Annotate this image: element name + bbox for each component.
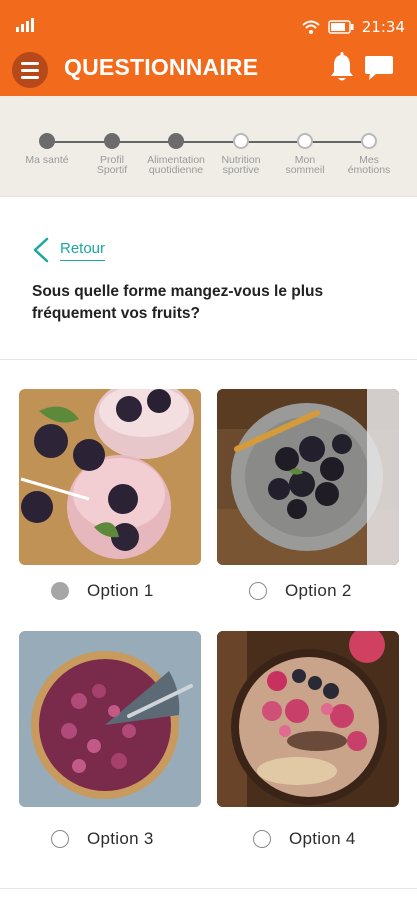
- question-section: Retour Sous quelle forme mangez-vous le …: [0, 196, 417, 360]
- wifi-icon: [302, 20, 320, 34]
- progress-step-node: [39, 133, 55, 149]
- option-row-3[interactable]: Option 3: [51, 829, 154, 849]
- progress-step-node: [233, 133, 249, 149]
- status-bar: 21:34: [0, 10, 417, 40]
- progress-step-label: Alimentation quotidienne: [147, 154, 205, 176]
- progress-step-label: Nutrition sportive: [221, 154, 261, 176]
- bottom-divider: [0, 888, 417, 889]
- battery-icon: [328, 20, 354, 34]
- page-title: QUESTIONNAIRE: [64, 54, 259, 80]
- app-header: 21:34 QUESTIONNAIRE: [0, 0, 417, 96]
- bell-icon[interactable]: [328, 52, 356, 84]
- progress-step-label: Profil Sportif: [96, 154, 128, 176]
- menu-icon: [21, 61, 39, 65]
- option-label-3: Option 3: [87, 829, 154, 848]
- question-text: Sous quelle forme mangez-vous le plus fr…: [32, 283, 324, 322]
- progress-step-label: Ma santé: [25, 154, 69, 166]
- option-image-4[interactable]: [217, 631, 399, 807]
- progress-step-label: Mes émotions: [347, 154, 391, 176]
- progress-step-label: Mon sommeil: [285, 154, 325, 176]
- back-link[interactable]: Retour: [32, 237, 106, 263]
- chat-icon[interactable]: [364, 54, 394, 82]
- option-label-4: Option 4: [289, 829, 356, 848]
- questionnaire-progress: Ma santé Profil Sportif Alimentation quoti…: [0, 96, 417, 196]
- tart-photo: [19, 631, 201, 807]
- back-label: Retour: [60, 240, 106, 261]
- blackberries-plate-photo: [217, 389, 399, 565]
- option-label-2: Option 2: [285, 581, 352, 600]
- signal-icon: [16, 18, 34, 32]
- progress-step-node: [297, 133, 313, 149]
- smoothie-bowl-photo: [217, 631, 399, 807]
- option-radio-4[interactable]: [253, 830, 271, 848]
- option-row-2[interactable]: Option 2: [249, 581, 352, 601]
- option-image-2[interactable]: [217, 389, 399, 565]
- option-row-4[interactable]: Option 4: [253, 829, 356, 849]
- progress-step-node: [168, 133, 184, 149]
- menu-button[interactable]: [12, 52, 48, 88]
- option-label-1: Option 1: [87, 581, 154, 600]
- option-radio-1[interactable]: [51, 582, 69, 600]
- option-image-1[interactable]: [19, 389, 201, 565]
- option-image-3[interactable]: [19, 631, 201, 807]
- progress-track: [47, 141, 369, 143]
- option-radio-3[interactable]: [51, 830, 69, 848]
- smoothie-photo: [19, 389, 201, 565]
- back-chevron-icon: [33, 237, 49, 263]
- option-radio-2[interactable]: [249, 582, 267, 600]
- progress-step-node: [361, 133, 377, 149]
- status-time: 21:34: [361, 18, 405, 36]
- progress-step-node: [104, 133, 120, 149]
- option-row-1[interactable]: Option 1: [51, 581, 154, 601]
